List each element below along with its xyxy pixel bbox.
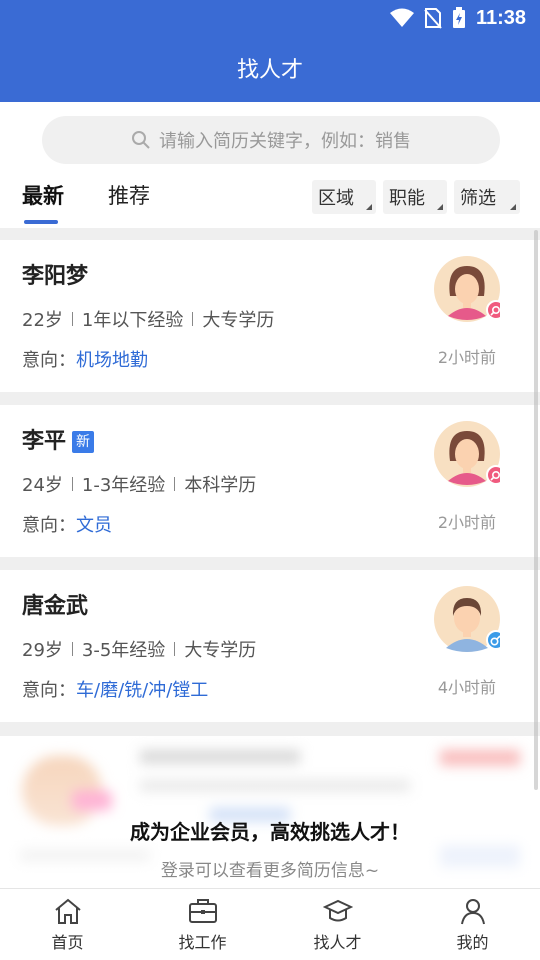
- briefcase-icon: [188, 899, 217, 923]
- divider: [71, 312, 73, 326]
- bottom-nav: 首页 找工作 找人才 我的: [0, 888, 540, 960]
- app-bar: 11:38 找人才: [0, 0, 540, 102]
- divider: [174, 642, 176, 656]
- candidate-education: 大专学历: [184, 640, 257, 661]
- candidate-card[interactable]: 李阳梦 22岁 1年以下经验 大专学历 意向：机场地勤 2小时前: [0, 240, 540, 392]
- graduation-cap-icon: [322, 899, 353, 922]
- active-tab-indicator: [24, 220, 58, 224]
- male-avatar: [434, 586, 500, 652]
- scrollbar[interactable]: [534, 230, 538, 790]
- intent-label: 意向：: [22, 680, 76, 701]
- intent-label: 意向：: [22, 515, 76, 536]
- status-bar: 11:38: [0, 0, 540, 36]
- intent-value: 文员: [76, 515, 112, 536]
- candidate-age: 29岁: [22, 640, 63, 661]
- filter-more-dropdown[interactable]: 筛选: [454, 180, 520, 214]
- candidate-intent: 意向：车/磨/铣/冲/镗工: [22, 676, 208, 702]
- candidate-intent: 意向：机场地勤: [22, 346, 148, 372]
- candidate-age: 24岁: [22, 475, 63, 496]
- female-avatar: [434, 256, 500, 322]
- candidate-experience: 1-3年经验: [81, 475, 166, 496]
- post-time: 2小时前: [437, 513, 496, 532]
- nav-label: 首页: [51, 933, 84, 952]
- membership-prompt-title[interactable]: 成为企业会员，高效挑选人才！: [0, 816, 540, 845]
- divider: [71, 642, 73, 656]
- candidate-experience: 3-5年经验: [81, 640, 166, 661]
- female-avatar: [434, 421, 500, 487]
- search-input[interactable]: 请输入简历关键字，例如：销售: [42, 116, 500, 164]
- status-time: 11:38: [475, 6, 526, 29]
- filter-function-dropdown[interactable]: 职能: [383, 180, 447, 214]
- candidate-name: 李阳梦: [22, 264, 89, 289]
- login-prompt-subtitle[interactable]: 登录可以查看更多简历信息~: [0, 856, 540, 881]
- candidate-name-row: 李平新: [22, 423, 95, 455]
- candidate-age: 22岁: [22, 310, 63, 331]
- nav-label: 我的: [456, 933, 489, 952]
- candidate-meta: 29岁 3-5年经验 大专学历: [22, 636, 256, 662]
- person-icon: [460, 899, 485, 925]
- intent-label: 意向：: [22, 350, 76, 371]
- post-time: 2小时前: [437, 348, 496, 367]
- candidate-card[interactable]: 李平新 24岁 1-3年经验 本科学历 意向：文员 2小时前: [0, 405, 540, 557]
- nav-label: 找工作: [178, 933, 227, 952]
- intent-value: 机场地勤: [76, 350, 148, 371]
- post-time: 4小时前: [437, 678, 496, 697]
- nav-home[interactable]: 首页: [0, 889, 135, 960]
- no-sim-icon: [424, 8, 442, 29]
- search-placeholder: 请输入简历关键字，例如：销售: [159, 131, 411, 152]
- tab-recommended[interactable]: 推荐: [108, 180, 150, 210]
- candidate-education: 本科学历: [184, 475, 257, 496]
- new-badge: 新: [72, 431, 95, 453]
- filter-panel: 请输入简历关键字，例如：销售 最新 推荐 区域 职能 筛选: [0, 102, 540, 228]
- candidate-meta: 22岁 1年以下经验 大专学历: [22, 306, 274, 332]
- candidate-intent: 意向：文员: [22, 511, 112, 537]
- divider: [192, 312, 194, 326]
- filter-region-dropdown[interactable]: 区域: [312, 180, 376, 214]
- home-icon: [54, 898, 81, 924]
- candidate-card[interactable]: 唐金武 29岁 3-5年经验 大专学历 意向：车/磨/铣/冲/镗工 4小时前: [0, 570, 540, 722]
- candidate-education: 大专学历: [202, 310, 275, 331]
- search-icon: [132, 131, 150, 149]
- candidate-name: 唐金武: [22, 594, 89, 619]
- divider: [71, 477, 73, 491]
- candidate-meta: 24岁 1-3年经验 本科学历: [22, 471, 256, 497]
- nav-find-talent[interactable]: 找人才: [270, 889, 405, 960]
- candidate-name: 李平: [22, 429, 67, 454]
- wifi-icon: [389, 8, 414, 27]
- tab-latest[interactable]: 最新: [22, 180, 64, 210]
- page-title: 找人才: [236, 58, 303, 83]
- nav-find-job[interactable]: 找工作: [135, 889, 270, 960]
- intent-value: 车/磨/铣/冲/镗工: [76, 680, 209, 701]
- nav-mine[interactable]: 我的: [405, 889, 540, 960]
- nav-label: 找人才: [313, 933, 362, 952]
- battery-charging-icon: [452, 7, 465, 28]
- candidate-experience: 1年以下经验: [81, 310, 184, 331]
- divider: [174, 477, 176, 491]
